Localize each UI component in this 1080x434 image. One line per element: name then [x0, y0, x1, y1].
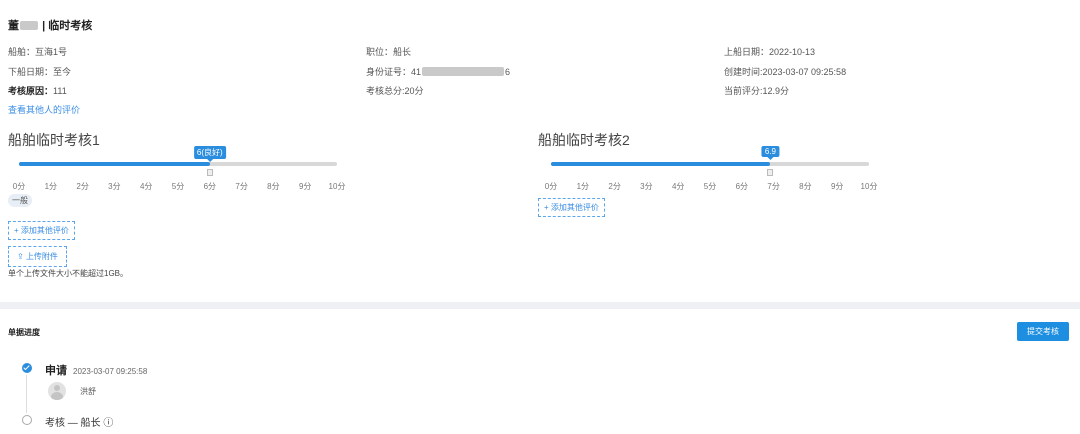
tick-label: 5分: [703, 182, 717, 191]
reason: 考核原因：111: [8, 84, 67, 97]
upload-button[interactable]: ⇪ 上传附件: [8, 246, 67, 267]
id-tail: 6: [505, 67, 511, 77]
total-score: 考核总分:20分: [366, 86, 424, 96]
tick-label: 6分: [203, 182, 217, 191]
rating-tag: 一般: [8, 194, 32, 207]
section2-title: 船舶临时考核2: [538, 132, 630, 148]
tick-label: 1分: [44, 182, 58, 191]
upload-note: 单个上传文件大小不能超过1GB。: [8, 269, 129, 278]
tick-label: 3分: [640, 182, 653, 191]
tick-label: 0分: [544, 182, 558, 191]
reason-value: 111: [53, 86, 67, 96]
tick-label: 10分: [328, 182, 346, 191]
slider-handle[interactable]: [206, 169, 213, 176]
redacted-name: [20, 21, 38, 30]
step-review: 考核 — 船长 ⓘ: [45, 418, 114, 429]
slider-handle[interactable]: [767, 169, 774, 176]
tick-label: 0分: [12, 182, 26, 191]
tick-label: 7分: [767, 182, 780, 191]
submit-review-button[interactable]: 提交考核: [1017, 322, 1069, 341]
add-other-review-button-2[interactable]: + 添加其他评价: [538, 198, 605, 217]
tick-label: 2分: [608, 182, 621, 191]
position-info: 职位：船长: [366, 47, 412, 57]
tick-label: 7分: [235, 182, 248, 191]
current-score: 当前评分:12.9分: [724, 86, 790, 96]
slider-tooltip: 6.9: [761, 146, 779, 160]
upload-icon: ⇪: [17, 252, 26, 261]
id-number: 身份证号：41 6: [366, 65, 510, 78]
tick-label: 9分: [830, 182, 844, 191]
tick-label: 1分: [576, 182, 590, 191]
check-icon: [22, 363, 32, 373]
step-title: 申请: [45, 365, 67, 377]
tick-label: 10分: [860, 182, 878, 191]
score-slider-2[interactable]: 6.9: [551, 146, 869, 176]
view-others-link[interactable]: 查看其他人的评价: [8, 103, 80, 116]
add-other-review-button-1[interactable]: + 添加其他评价: [8, 221, 75, 240]
timeline-line: [26, 375, 27, 413]
title-suffix: | 临时考核: [42, 20, 93, 32]
step-apply: 申请 2023-03-07 09:25:58: [45, 362, 147, 378]
page-title: 董 | 临时考核: [8, 17, 92, 33]
slider-tooltip: 6(良好): [193, 146, 226, 162]
section-divider: [0, 302, 1080, 309]
tick-label: 4分: [671, 182, 685, 191]
score-slider-1[interactable]: 6(良好): [19, 146, 337, 176]
step-time: 2023-03-07 09:25:58: [73, 367, 148, 376]
person-name: 董: [8, 20, 19, 32]
applicant-name: 洪舒: [80, 387, 96, 396]
tick-label: 4分: [139, 182, 153, 191]
reason-label: 考核原因：: [8, 86, 54, 96]
tick-label: 9分: [298, 182, 312, 191]
id-label: 身份证号：41: [366, 67, 422, 77]
section1-title: 船舶临时考核1: [8, 132, 100, 148]
tick-label: 2分: [76, 182, 89, 191]
avatar: [48, 382, 66, 400]
created-time: 创建时间:2023-03-07 09:25:58: [724, 67, 847, 77]
leave-date: 下船日期：至今: [8, 67, 72, 77]
progress-heading: 单据进度: [8, 328, 40, 337]
slider-fill: [551, 162, 771, 166]
tick-label: 6分: [735, 182, 749, 191]
pending-step-icon: [22, 415, 32, 425]
ship-info: 船舶：互海1号: [8, 47, 68, 57]
upload-label: 上传附件: [25, 252, 58, 261]
tick-label: 8分: [267, 182, 280, 191]
slider-fill: [19, 162, 210, 166]
tick-label: 3分: [108, 182, 121, 191]
board-date: 上船日期：2022-10-13: [724, 47, 816, 57]
tick-label: 5分: [171, 182, 185, 191]
redacted-id: [422, 67, 505, 76]
tick-label: 8分: [799, 182, 812, 191]
